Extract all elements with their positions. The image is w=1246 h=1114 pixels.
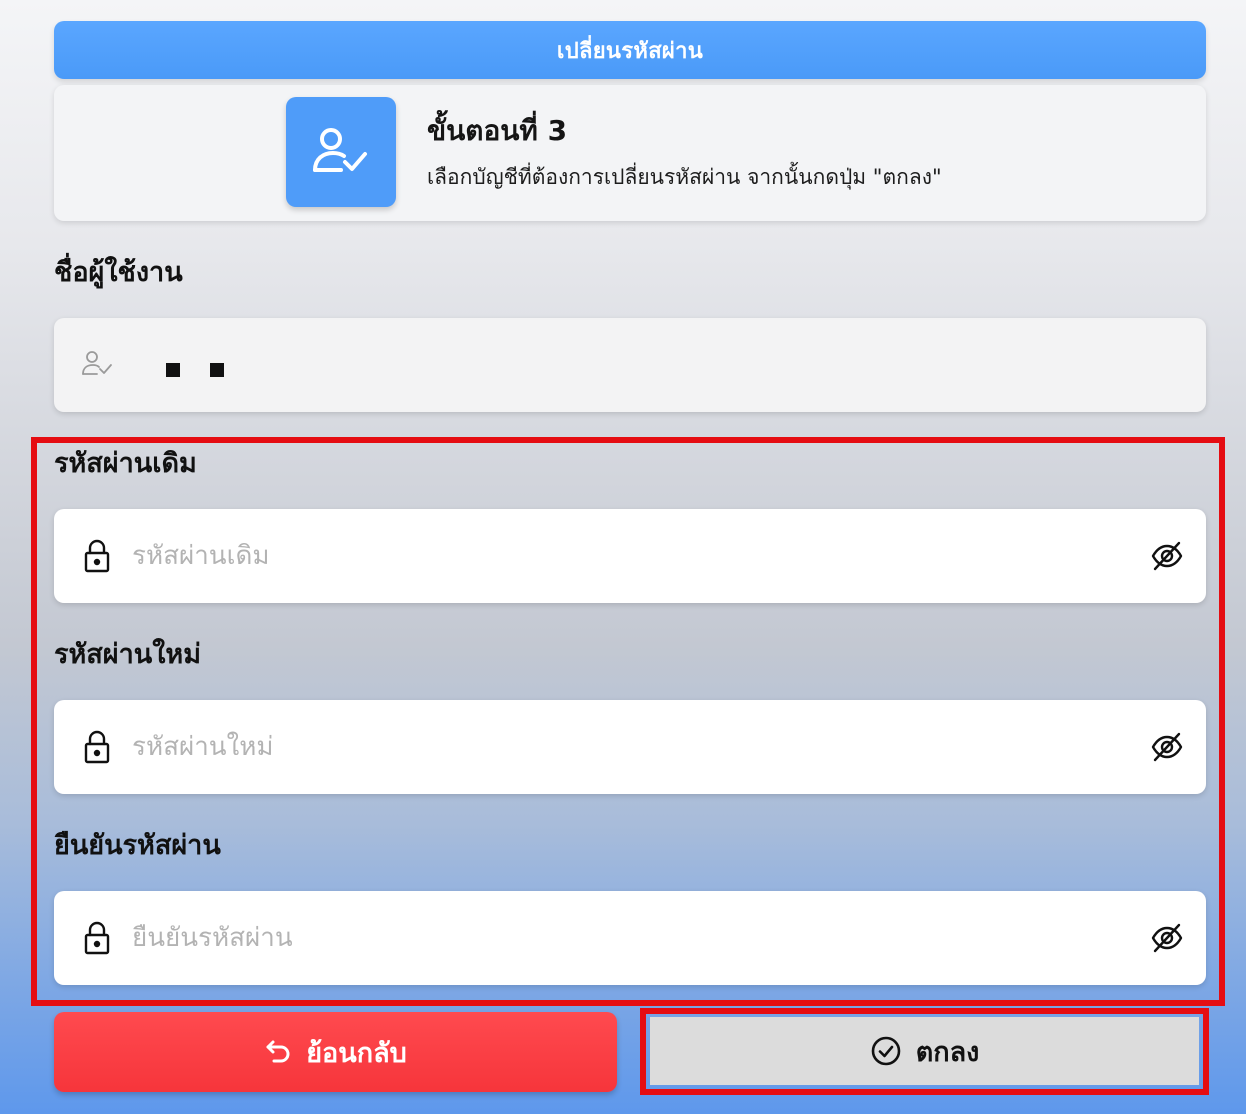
step-description: เลือกบัญชีที่ต้องการเปลี่ยนรหัสผ่าน จากน…	[427, 165, 942, 189]
page-header: เปลี่ยนรหัสผ่าน	[54, 21, 1206, 79]
ok-button-label: ตกลง	[915, 1036, 980, 1068]
masked-username	[166, 363, 224, 377]
confirm-password-field	[54, 891, 1206, 985]
step-title: ขั้นตอนที่ 3	[427, 114, 568, 147]
old-password-field	[54, 509, 1206, 603]
new-password-label: รหัสผ่านใหม่	[54, 639, 201, 670]
username-field	[54, 318, 1206, 412]
back-button-label: ย้อนกลับ	[306, 1037, 407, 1069]
ok-button[interactable]: ตกลง	[650, 1017, 1199, 1085]
lock-icon	[84, 539, 110, 573]
user-check-icon	[313, 128, 367, 172]
new-password-field	[54, 700, 1206, 794]
step-card: ขั้นตอนที่ 3 เลือกบัญชีที่ต้องการเปลี่ยน…	[54, 85, 1206, 221]
page-title: เปลี่ยนรหัสผ่าน	[556, 38, 704, 64]
back-button[interactable]: ย้อนกลับ	[54, 1012, 617, 1092]
eye-off-icon[interactable]	[1150, 730, 1184, 764]
step-icon-box	[286, 97, 396, 207]
username-label: ชื่อผู้ใช้งาน	[54, 257, 183, 288]
check-circle-icon	[871, 1036, 900, 1066]
user-check-icon	[82, 351, 112, 375]
confirm-password-input[interactable]	[132, 891, 1112, 985]
lock-icon	[84, 921, 110, 955]
eye-off-icon[interactable]	[1150, 921, 1184, 955]
undo-arrow-icon	[266, 1040, 290, 1063]
confirm-password-label: ยืนยันรหัสผ่าน	[54, 830, 221, 861]
old-password-input[interactable]	[132, 509, 1112, 603]
eye-off-icon[interactable]	[1150, 539, 1184, 573]
old-password-label: รหัสผ่านเดิม	[54, 448, 197, 479]
lock-icon	[84, 730, 110, 764]
new-password-input[interactable]	[132, 700, 1112, 794]
